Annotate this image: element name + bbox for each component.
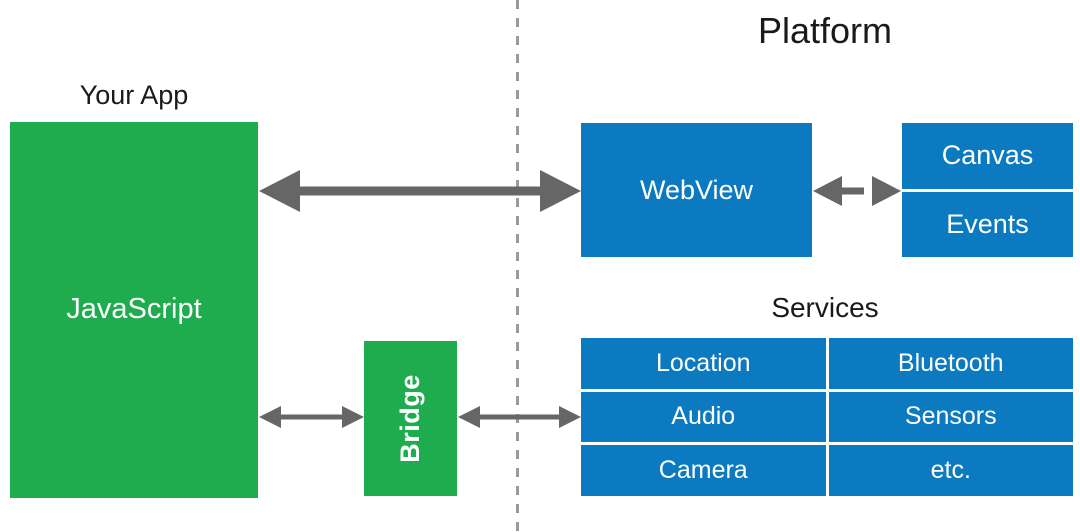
service-cell-bluetooth: Bluetooth — [828, 338, 1073, 389]
service-cell-sensors: Sensors — [828, 391, 1073, 443]
your-app-heading: Your App — [79, 80, 189, 110]
bridge-to-services-arrow — [458, 406, 581, 428]
webview-to-canvas-events-arrow — [813, 176, 901, 206]
bridge-box: Bridge — [364, 341, 457, 496]
service-cell-location: Location — [581, 338, 826, 389]
service-cell-audio: Audio — [581, 391, 826, 443]
services-heading: Services — [771, 292, 879, 323]
services-table: Location Bluetooth Audio Sensors Camera … — [581, 338, 1073, 496]
webview-box: WebView — [581, 123, 812, 257]
service-cell-etc: etc. — [828, 445, 1073, 496]
javascript-box: JavaScript — [10, 122, 258, 498]
platform-heading: Platform — [757, 10, 893, 51]
canvas-cell: Canvas — [902, 123, 1073, 189]
architecture-diagram: Your App Platform Services JavaScript Br… — [0, 0, 1080, 532]
bridge-box-label: Bridge — [394, 374, 425, 463]
events-cell: Events — [902, 188, 1073, 257]
webview-box-label: WebView — [639, 174, 754, 205]
javascript-box-label: JavaScript — [66, 292, 202, 325]
js-to-webview-arrow — [259, 170, 581, 212]
service-cell-camera: Camera — [581, 445, 826, 496]
canvas-events-stack: Canvas Events — [902, 123, 1073, 257]
js-to-bridge-arrow — [259, 406, 364, 428]
